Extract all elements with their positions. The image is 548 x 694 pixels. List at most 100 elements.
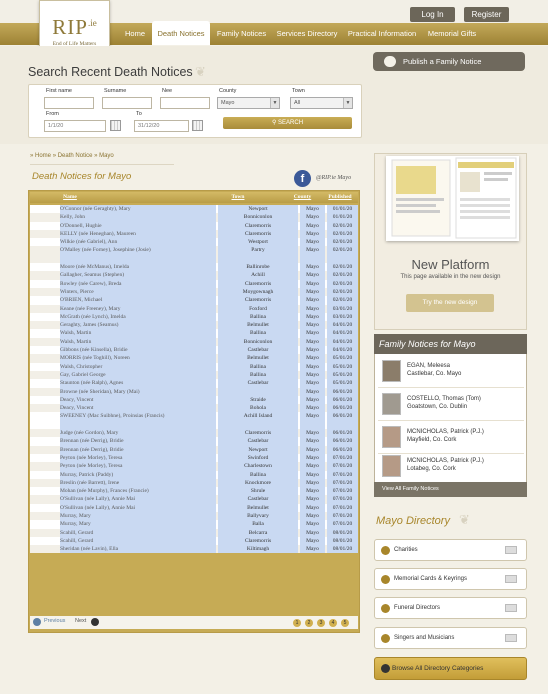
breadcrumb-death-notice[interactable]: Death Notice xyxy=(58,153,93,159)
table-row[interactable]: Scahill, Gerard Belcarra Mayo 08/01/20 xyxy=(30,528,358,537)
table-row[interactable]: Peyton (née Morley), Teresa Charlestown Ma… xyxy=(30,462,358,471)
facebook-link[interactable]: @RIP.ie Mayo xyxy=(316,175,351,181)
family-notice-item[interactable]: MCNICHOLAS, Patrick (P.J.) Lotabeg, Co. … xyxy=(378,450,524,483)
nee-input[interactable] xyxy=(160,97,210,109)
family-notice-item[interactable]: EGAN, Meleesa Castlebar, Co. Mayo xyxy=(378,355,524,388)
table-row[interactable]: Brennan (née Derrig), Bridie Castlebar May… xyxy=(30,437,358,446)
nav-death-notices[interactable]: Death Notices xyxy=(152,21,210,45)
table-row[interactable]: Judge (née Gordon), Mary Claremorris Mayo 0… xyxy=(30,429,358,438)
table-row[interactable]: Browne (née Sheridan), Mary (Mai) Mayo 06/… xyxy=(30,387,358,396)
table-row[interactable]: O'BRIEN, Michael Claremorris Mayo 02/01/20 xyxy=(30,296,358,305)
row-name[interactable]: Peyton (née Morley), Teresa xyxy=(60,462,216,471)
row-name[interactable]: O'Connor (née Geraghty), Mary xyxy=(60,205,216,214)
nav-practical-information[interactable]: Practical Information xyxy=(344,23,420,45)
directory-item-memorial-cards[interactable]: Memorial Cards & Keyrings xyxy=(374,568,527,590)
table-row[interactable]: Geraghty, James (Seamus) Belmullet Mayo 04/… xyxy=(30,321,358,330)
previous-icon[interactable] xyxy=(33,618,41,626)
row-name[interactable]: Browne (née Sheridan), Mary (Mai) xyxy=(60,387,216,396)
table-row[interactable]: O'Connor (née Geraghty), Mary Newport Mayo… xyxy=(30,205,358,214)
table-row[interactable]: SWEENEY (Mac Suibhne), Proinsias (Franci… xyxy=(30,412,358,430)
calendar-icon[interactable] xyxy=(110,120,121,131)
nav-services-directory[interactable]: Services Directory xyxy=(273,23,341,45)
nav-home[interactable]: Home xyxy=(120,23,150,45)
from-date-input[interactable]: 1/1/20 xyxy=(44,120,106,132)
breadcrumb-mayo[interactable]: Mayo xyxy=(99,153,114,159)
table-row[interactable]: O'Donnell, Hughie Claremorris Mayo 02/01/20 xyxy=(30,221,358,230)
table-row[interactable]: Deacy, Vincent Straide Mayo 06/01/20 xyxy=(30,395,358,405)
header-county[interactable]: County xyxy=(290,193,315,202)
nav-memorial-gifts[interactable]: Memorial Gifts xyxy=(423,23,481,45)
row-name[interactable]: Breslin (née Barrett), Irene xyxy=(60,478,216,488)
to-date-input[interactable]: 31/12/20 xyxy=(134,120,189,132)
table-row[interactable]: O'Malley (née Forney), Josephine (Josie)… xyxy=(30,246,358,264)
table-row[interactable]: Deacy, Vincent Bohola Mayo 06/01/20 xyxy=(30,404,358,413)
row-name[interactable]: Kelly, John xyxy=(60,213,216,222)
row-name[interactable]: McGrath (née Lynch), Imelda xyxy=(60,312,216,322)
row-name[interactable]: Deacy, Vincent xyxy=(60,395,216,405)
table-row[interactable]: Rowley (née Carew), Breda Claremorris Mayo… xyxy=(30,279,358,288)
table-row[interactable]: Murray, Patrick (Paddy) Ballina Mayo 07/01/… xyxy=(30,470,358,479)
row-name[interactable]: Winters, Pierce xyxy=(60,287,216,297)
page-2[interactable]: 2 xyxy=(305,619,313,627)
next-icon[interactable] xyxy=(91,618,99,626)
row-name[interactable]: Wilkie (née Gabriel), Ann xyxy=(60,238,216,247)
nav-family-notices[interactable]: Family Notices xyxy=(213,23,270,45)
page-4[interactable]: 4 xyxy=(329,619,337,627)
table-row[interactable]: Kelly, John Bonniconlon Mayo 01/01/20 xyxy=(30,213,358,222)
table-row[interactable]: Wilkie (née Gabriel), Ann Westport Mayo 02/… xyxy=(30,238,358,247)
row-name[interactable]: KELLY (née Heneghan), Maureen xyxy=(60,229,216,239)
table-row[interactable]: Murray, Mary Ballyvary Mayo 07/01/20 xyxy=(30,511,358,521)
table-row[interactable]: Gallagher, Seamus (Stephen) Achill Mayo 02/… xyxy=(30,271,358,280)
row-name[interactable]: O'Sullivan (née Lally), Annie Mai xyxy=(60,503,216,512)
row-name[interactable]: O'Donnell, Hughie xyxy=(60,221,216,230)
table-row[interactable]: Moore (née McManus), Imelda Ballinrobe May… xyxy=(30,263,358,272)
row-name[interactable]: Peyton (née Morley), Teresa xyxy=(60,453,216,463)
row-name[interactable]: O'Malley (née Forney), Josephine (Josie) xyxy=(60,246,216,264)
header-published[interactable]: Published xyxy=(325,193,355,202)
row-name[interactable]: Scahill, Gerard xyxy=(60,536,216,546)
directory-item-charities[interactable]: Charities xyxy=(374,539,527,561)
row-name[interactable]: Keane (née Freeney), Mary xyxy=(60,304,216,313)
row-name[interactable]: Moore (née McManus), Imelda xyxy=(60,263,216,272)
row-name[interactable]: Murray, Mary xyxy=(60,511,216,521)
table-row[interactable]: McGrath (née Lynch), Imelda Ballina Mayo 03… xyxy=(30,312,358,322)
directory-item-funeral-directors[interactable]: Funeral Directors xyxy=(374,597,527,619)
surname-input[interactable] xyxy=(102,97,152,109)
login-button[interactable]: Log In xyxy=(410,7,455,22)
view-all-family-notices-link[interactable]: View All Family Notices xyxy=(374,482,527,497)
row-name[interactable]: MORRIS (née Toghill), Noreen xyxy=(60,354,216,363)
row-name[interactable]: Judge (née Gordon), Mary xyxy=(60,429,216,438)
row-name[interactable]: Walsh, Martin xyxy=(60,337,216,347)
table-row[interactable]: Gay, Gabriel George Ballina Mayo 05/01/20 xyxy=(30,370,358,380)
table-row[interactable]: Winters, Pierce Moygownagh Mayo 02/01/20 xyxy=(30,287,358,297)
header-name[interactable]: Name xyxy=(60,193,80,202)
table-row[interactable]: KELLY (née Heneghan), Maureen Claremorris… xyxy=(30,229,358,239)
directory-item-singers[interactable]: Singers and Musicians xyxy=(374,627,527,649)
row-name[interactable]: Gay, Gabriel George xyxy=(60,370,216,380)
page-5[interactable]: 5 xyxy=(341,619,349,627)
row-name[interactable]: Murray, Patrick (Paddy) xyxy=(60,470,216,479)
calendar-icon[interactable] xyxy=(192,120,203,131)
table-row[interactable]: Sheridan (née Lavin), Ella Kiltimagh Mayo 0… xyxy=(30,545,358,554)
row-name[interactable]: Gibbons (née Kinsella), Bridie xyxy=(60,346,216,355)
table-row[interactable]: Walsh, Christopher Ballina Mayo 05/01/20 xyxy=(30,362,358,371)
breadcrumb-home[interactable]: Home xyxy=(35,153,51,159)
row-name[interactable]: Mohan (née Murphy), Frances (Francie) xyxy=(60,487,216,496)
row-name[interactable]: Murray, Mary xyxy=(60,520,216,529)
row-name[interactable]: Walsh, Christopher xyxy=(60,362,216,371)
table-row[interactable]: Mohan (née Murphy), Frances (Francie) Shr… xyxy=(30,487,358,496)
row-name[interactable]: Sheridan (née Lavin), Ella xyxy=(60,545,216,554)
table-row[interactable]: Walsh, Martin Ballina Mayo 04/01/20 xyxy=(30,329,358,338)
table-row[interactable]: Keane (née Freeney), Mary Foxford Mayo 03/0… xyxy=(30,304,358,313)
row-name[interactable]: Geraghty, James (Seamus) xyxy=(60,321,216,330)
table-row[interactable]: Breslin (née Barrett), Irene Knockmore May… xyxy=(30,478,358,488)
table-row[interactable]: O'Sullivan (née Lally), Annie Mai Belmull… xyxy=(30,503,358,512)
table-row[interactable]: O'Sullivan (née Lally), Annie Mai Castleb… xyxy=(30,495,358,504)
row-name[interactable]: Brennan (née Derrig), Bridie xyxy=(60,437,216,446)
row-name[interactable]: Gallagher, Seamus (Stephen) xyxy=(60,271,216,280)
town-select[interactable]: All ▼ xyxy=(290,97,353,109)
header-town[interactable]: Town xyxy=(218,193,258,202)
table-row[interactable]: Staunton (née Ralph), Agnes Castlebar Mayo… xyxy=(30,379,358,388)
search-button[interactable]: ⚲ SEARCH xyxy=(223,117,352,129)
site-logo[interactable]: RIP.ie End of Life Matters xyxy=(39,0,110,49)
